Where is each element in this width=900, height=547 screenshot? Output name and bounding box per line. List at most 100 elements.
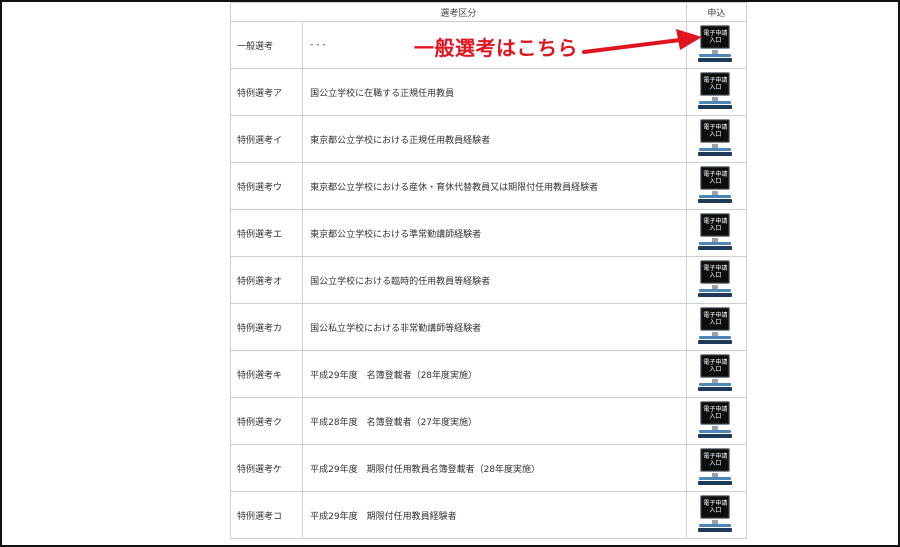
keyboard-icon	[698, 528, 733, 532]
electronic-application-button[interactable]: 電子申請 入口	[698, 72, 734, 112]
row-description: 東京都公立学校における産休・育休代替教員又は期限付任用教員経験者	[302, 162, 687, 210]
row-apply-cell: 電子申請 入口	[685, 491, 748, 539]
table-header-row: 選考区分 申込	[230, 2, 748, 22]
row-apply-cell: 電子申請 入口	[685, 397, 748, 445]
keyboard-icon	[698, 481, 733, 485]
table-row: 特例選考イ 東京都公立学校における正規任用教員経験者 電子申請 入口	[229, 115, 748, 163]
monitor-icon: 電子申請 入口	[700, 495, 731, 519]
keyboard-icon	[698, 105, 733, 109]
table-row: 特例選考ケ 平成29年度 期限付任用教員名簿登載者（28年度実施） 電子申請 入口	[229, 444, 748, 492]
row-apply-cell: 電子申請 入口	[685, 68, 748, 116]
apply-button-label-line2: 入口	[709, 178, 722, 185]
apply-button-label-line1: 電子申請	[703, 265, 728, 272]
annotation-arrow-icon	[582, 29, 702, 54]
keyboard-icon	[698, 152, 733, 156]
page-frame: 選考区分 申込 一般選考 - - - 電子申請 入口 特例選考ア 国公立学校に在職する正規…	[0, 0, 900, 547]
table-row: 特例選考ク 平成28年度 名簿登載者（27年度実施） 電子申請 入口	[229, 397, 748, 445]
row-description: 平成29年度 期限付任用教員名簿登載者（28年度実施）	[302, 444, 687, 492]
monitor-icon: 電子申請 入口	[700, 213, 731, 237]
electronic-application-button[interactable]: 電子申請 入口	[698, 401, 734, 441]
row-apply-cell: 電子申請 入口	[685, 444, 748, 492]
electronic-application-button[interactable]: 電子申請 入口	[698, 495, 734, 535]
monitor-base	[699, 242, 732, 245]
monitor-base	[699, 430, 732, 433]
row-apply-cell: 電子申請 入口	[685, 115, 748, 163]
row-category: 特例選考ケ	[229, 444, 304, 492]
apply-button-label-line1: 電子申請	[703, 406, 728, 413]
row-apply-cell: 電子申請 入口	[685, 350, 748, 398]
monitor-icon: 電子申請 入口	[700, 119, 731, 143]
row-category: 特例選考ク	[229, 397, 304, 445]
header-apply: 申込	[685, 2, 748, 22]
row-category: 特例選考カ	[229, 303, 304, 351]
table-row: 特例選考ア 国公立学校に在職する正規任用教員 電子申請 入口	[229, 68, 748, 116]
row-category: 特例選考イ	[229, 115, 304, 163]
monitor-base	[699, 195, 732, 198]
row-description: 平成28年度 名簿登載者（27年度実施）	[302, 397, 687, 445]
monitor-icon: 電子申請 入口	[700, 448, 731, 472]
row-category: 特例選考ウ	[229, 162, 304, 210]
keyboard-icon	[698, 340, 733, 344]
monitor-icon: 電子申請 入口	[700, 401, 731, 425]
electronic-application-button[interactable]: 電子申請 入口	[698, 166, 734, 206]
keyboard-icon	[698, 434, 733, 438]
row-description: 平成29年度 名簿登載者（28年度実施）	[302, 350, 687, 398]
electronic-application-button[interactable]: 電子申請 入口	[698, 119, 734, 159]
row-category: 特例選考コ	[229, 491, 304, 539]
table-row: 特例選考ウ 東京都公立学校における産休・育休代替教員又は期限付任用教員経験者 電子申…	[229, 162, 748, 210]
monitor-base	[699, 477, 732, 480]
row-description: 東京都公立学校における準常勤講師経験者	[302, 209, 687, 257]
apply-button-label-line2: 入口	[709, 84, 722, 91]
monitor-icon: 電子申請 入口	[700, 72, 731, 96]
row-category: 一般選考	[229, 21, 304, 69]
monitor-base	[699, 524, 732, 527]
monitor-icon: 電子申請 入口	[700, 260, 731, 284]
row-category: 特例選考ア	[229, 68, 304, 116]
row-description: 東京都公立学校における正規任用教員経験者	[302, 115, 687, 163]
apply-button-label-line2: 入口	[709, 131, 722, 138]
apply-button-label-line2: 入口	[709, 272, 722, 279]
apply-button-label-line1: 電子申請	[703, 77, 728, 84]
table-row: 特例選考コ 平成29年度 期限付任用教員経験者 電子申請 入口	[229, 491, 748, 539]
table-body: 一般選考 - - - 電子申請 入口 特例選考ア 国公立学校に在職する正規任用教員 電子申請…	[229, 21, 748, 539]
header-category: 選考区分	[230, 2, 687, 22]
keyboard-icon	[698, 246, 733, 250]
row-apply-cell: 電子申請 入口	[685, 162, 748, 210]
table-row: 特例選考エ 東京都公立学校における準常勤講師経験者 電子申請 入口	[229, 209, 748, 257]
apply-button-label-line1: 電子申請	[703, 359, 728, 366]
monitor-base	[699, 289, 732, 292]
annotation-text: 一般選考はこちら	[414, 36, 578, 60]
monitor-icon: 電子申請 入口	[700, 166, 731, 190]
electronic-application-button[interactable]: 電子申請 入口	[698, 260, 734, 300]
monitor-icon: 電子申請 入口	[700, 354, 731, 378]
electronic-application-button[interactable]: 電子申請 入口	[698, 448, 734, 488]
row-category: 特例選考オ	[229, 256, 304, 304]
keyboard-icon	[698, 293, 733, 297]
apply-button-label-line1: 電子申請	[703, 218, 728, 225]
row-description: 国公立学校に在職する正規任用教員	[302, 68, 687, 116]
apply-button-label-line2: 入口	[709, 225, 722, 232]
apply-button-label-line1: 電子申請	[703, 500, 728, 507]
apply-button-label-line2: 入口	[709, 413, 722, 420]
row-apply-cell: 電子申請 入口	[685, 303, 748, 351]
apply-button-label-line1: 電子申請	[703, 124, 728, 131]
row-category: 特例選考エ	[229, 209, 304, 257]
electronic-application-button[interactable]: 電子申請 入口	[698, 213, 734, 253]
row-description: 平成29年度 期限付任用教員経験者	[302, 491, 687, 539]
monitor-icon: 電子申請 入口	[700, 307, 731, 331]
selection-table: 選考区分 申込 一般選考 - - - 電子申請 入口 特例選考ア 国公立学校に在職する正規…	[229, 2, 748, 539]
row-category: 特例選考キ	[229, 350, 304, 398]
table-row: 特例選考キ 平成29年度 名簿登載者（28年度実施） 電子申請 入口	[229, 350, 748, 398]
row-apply-cell: 電子申請 入口	[685, 256, 748, 304]
table-row: 特例選考オ 国公立学校における臨時的任用教員等経験者 電子申請 入口	[229, 256, 748, 304]
monitor-base	[699, 148, 732, 151]
apply-button-label-line2: 入口	[709, 507, 722, 514]
electronic-application-button[interactable]: 電子申請 入口	[698, 307, 734, 347]
electronic-application-button[interactable]: 電子申請 入口	[698, 354, 734, 394]
apply-button-label-line2: 入口	[709, 366, 722, 373]
table-row: 特例選考カ 国公私立学校における非常勤講師等経験者 電子申請 入口	[229, 303, 748, 351]
monitor-base	[699, 336, 732, 339]
row-description: 国公私立学校における非常勤講師等経験者	[302, 303, 687, 351]
apply-button-label-line2: 入口	[709, 460, 722, 467]
apply-button-label-line1: 電子申請	[703, 171, 728, 178]
